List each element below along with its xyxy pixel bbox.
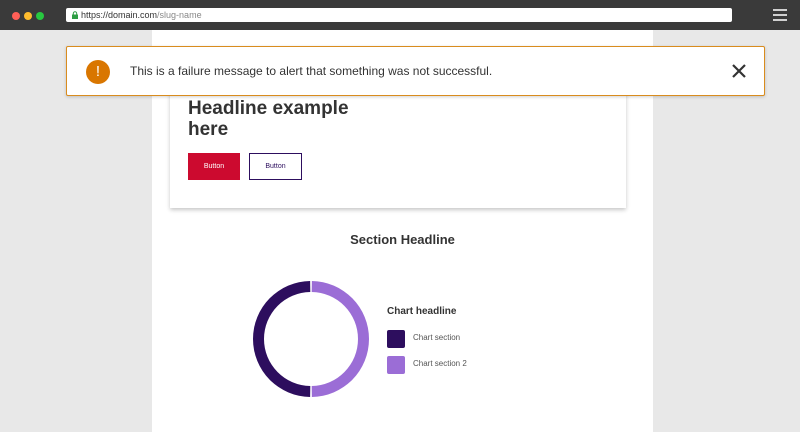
legend-label: Chart section [413, 333, 461, 342]
minimize-window-dot[interactable] [24, 12, 32, 20]
browser-chrome: https://domain.com/slug-name [0, 0, 800, 30]
card-headline: Headline example here [188, 98, 349, 140]
primary-button[interactable]: Button [188, 153, 240, 180]
donut-chart [253, 281, 369, 397]
donut-slice-2 [311, 281, 369, 397]
exclamation-icon: ! [86, 60, 110, 84]
legend-label: Chart section 2 [413, 359, 467, 368]
url-text: https://domain.com/slug-name [81, 8, 202, 22]
address-bar[interactable]: https://domain.com/slug-name [66, 8, 732, 22]
hamburger-menu-icon[interactable] [773, 9, 787, 21]
url-host: https://domain.com [81, 10, 158, 20]
lock-icon [72, 11, 78, 19]
url-path: /slug-name [157, 10, 202, 20]
failure-alert: ! This is a failure message to alert tha… [66, 46, 765, 96]
close-icon[interactable] [731, 63, 747, 79]
legend-swatch [387, 330, 405, 348]
secondary-button[interactable]: Button [249, 153, 302, 180]
chart-headline: Chart headline [387, 306, 457, 317]
alert-message: This is a failure message to alert that … [130, 64, 493, 78]
legend-swatch [387, 356, 405, 374]
section-headline: Section Headline [350, 232, 455, 247]
maximize-window-dot[interactable] [36, 12, 44, 20]
close-window-dot[interactable] [12, 12, 20, 20]
donut-slice-1 [253, 281, 311, 397]
